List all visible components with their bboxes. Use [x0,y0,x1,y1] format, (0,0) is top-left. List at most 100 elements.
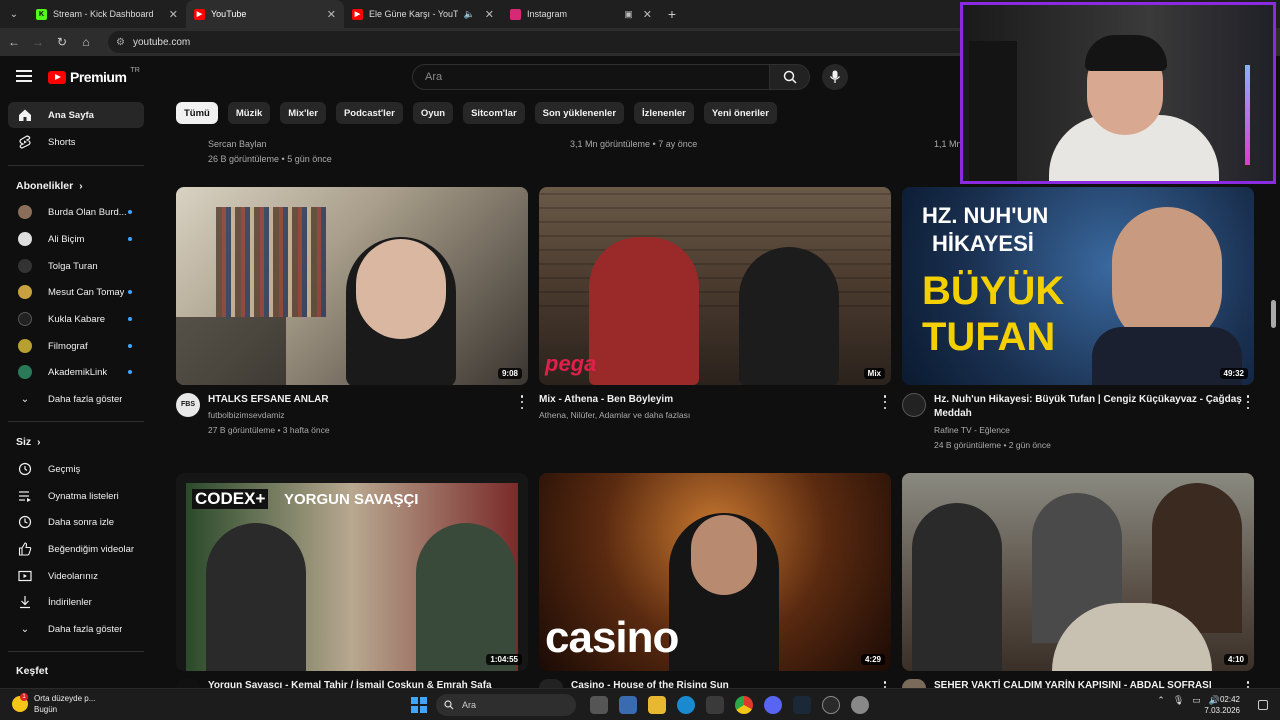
file-explorer-icon[interactable] [648,696,666,714]
site-info-icon[interactable]: ⚙ [116,37,125,48]
video-channel[interactable]: Rafine TV - Eğlence [934,424,1010,437]
store-icon[interactable] [706,696,724,714]
notification-icon[interactable] [1258,700,1268,710]
sidebar-item-watch-later[interactable]: Daha sonra izle [8,509,144,535]
video-thumbnail[interactable]: 4:10 [902,473,1254,671]
chevron-up-icon[interactable]: ⌃ [1157,695,1165,706]
video-thumbnail[interactable]: casino 4:29 [539,473,891,671]
more-options-icon[interactable] [882,681,888,688]
sidebar-show-more-subscriptions[interactable]: ⌄ Daha fazla göster [8,386,144,412]
more-options-icon[interactable] [1245,681,1251,688]
back-icon[interactable]: ← [6,35,22,49]
picture-in-picture-icon[interactable]: ▣ [624,9,633,20]
url-field[interactable]: ⚙ youtube.com [108,31,968,53]
sidebar-item-subscription[interactable]: Kukla Kabare [8,306,144,332]
tab-youtube[interactable]: ▶ YouTube ✕ [186,0,344,28]
tab-search-icon[interactable]: ⌄ [0,0,28,28]
channel-avatar[interactable] [176,679,200,688]
chip-podcasts[interactable]: Podcast'ler [335,102,403,124]
sidebar-show-more-you[interactable]: ⌄ Daha fazla göster [8,616,144,642]
subscriptions-heading[interactable]: Abonelikler › [16,180,83,192]
scrollbar[interactable] [1271,300,1276,328]
tab-instagram[interactable]: Instagram ▣ ✕ [502,0,660,28]
chrome-icon[interactable] [735,696,753,714]
weather-widget[interactable]: 1 Orta düzeyde p... Bugün [12,693,95,715]
youtube-logo[interactable]: Premium TR [48,67,140,85]
microphone-icon[interactable]: 🎙 [1173,695,1184,706]
video-title[interactable]: SEHER VAKTİ ÇALDIM YARİN KAPISINI - ABDA… [934,679,1234,688]
close-icon[interactable]: ✕ [485,8,494,21]
steam-icon[interactable] [793,696,811,714]
windows-start-icon[interactable] [411,697,427,713]
obs-icon[interactable] [822,696,840,714]
chip-all[interactable]: Tümü [176,102,218,124]
video-title[interactable]: Yorgun Savaşçı - Kemal Tahir / İsmail Co… [208,679,504,688]
video-thumbnail[interactable]: 9:08 [176,187,528,385]
channel-avatar[interactable] [539,679,563,688]
sidebar-item-subscription[interactable]: Ali Biçim [8,226,144,252]
more-options-icon[interactable] [882,395,888,409]
search-input[interactable]: Ara [412,64,770,90]
video-title[interactable]: HTALKS EFSANE ANLAR [208,393,504,407]
video-thumbnail[interactable]: HZ. NUH'UN HİKAYESİ BÜYÜK TUFAN 49:32 [902,187,1254,385]
new-tab-button[interactable]: + [660,6,684,22]
more-options-icon[interactable] [519,395,525,409]
task-view-icon[interactable] [590,696,608,714]
sidebar-item-playlists[interactable]: Oynatma listeleri [8,483,144,509]
channel-avatar[interactable] [902,679,926,688]
edge-icon[interactable] [677,696,695,714]
more-options-icon[interactable] [1245,395,1251,409]
speaker-icon[interactable]: 🔈 [464,9,475,20]
home-icon[interactable]: ⌂ [78,35,94,49]
sidebar-item-subscription[interactable]: AkademikLink [8,359,144,385]
chip-mixes[interactable]: Mix'ler [280,102,326,124]
video-title[interactable]: Mix - Athena - Ben Böyleyim [539,393,869,407]
chip-sitcoms[interactable]: Sitcom'lar [463,102,525,124]
menu-icon[interactable] [16,70,32,82]
sidebar-item-downloads[interactable]: İndirilenler [8,589,144,615]
video-meta: 26 B görüntüleme • 5 gün önce [208,154,332,164]
clock-date: 7.03.2026 [1204,706,1240,715]
tab-ele-gune-karsi[interactable]: ▶ Ele Güne Karşı - YouTube 🔈 ✕ [344,0,502,28]
reload-icon[interactable]: ↻ [54,35,70,49]
video-channel[interactable]: Athena, Nilüfer, Adamlar ve daha fazlası [539,409,690,422]
youtube-logo-icon [48,70,66,84]
chip-gaming[interactable]: Oyun [412,102,454,124]
close-icon[interactable]: ✕ [643,8,652,21]
search-button[interactable] [770,64,810,90]
widgets-app-icon[interactable] [619,696,637,714]
discord-icon[interactable] [764,696,782,714]
sidebar-item-your-videos[interactable]: Videolarınız [8,563,144,589]
sidebar-item-liked-videos[interactable]: Beğendiğim videolar [8,536,144,562]
sidebar-item-subscription[interactable]: Tolga Turan [8,253,144,279]
chip-recently-uploaded[interactable]: Son yüklenenler [534,102,625,124]
video-thumbnail[interactable]: pega Mix [539,187,891,385]
sidebar-item-history[interactable]: Geçmiş [8,456,144,482]
sidebar-item-subscription[interactable]: Burda Olan Burd... [8,199,144,225]
sidebar-item-subscription[interactable]: Mesut Can Tomay [8,279,144,305]
taskbar-clock[interactable]: 02:42 7.03.2026 [1204,694,1240,716]
sidebar-item-subscription[interactable]: Filmograf [8,333,144,359]
close-icon[interactable]: ✕ [327,8,336,21]
tab-kick-dashboard[interactable]: K Stream - Kick Dashboard ✕ [28,0,186,28]
chip-watched[interactable]: İzlenenler [634,102,694,124]
sidebar-item-home[interactable]: Ana Sayfa [8,102,144,128]
video-channel[interactable]: Sercan Baylan [208,139,267,149]
you-heading[interactable]: Siz › [16,436,41,448]
sidebar-item-shorts[interactable]: Shorts [8,129,144,155]
video-thumbnail[interactable]: CODEX+ YORGUN SAVAŞÇI 1:04:55 [176,473,528,671]
close-icon[interactable]: ✕ [169,8,178,21]
network-icon[interactable]: ▭ [1192,695,1201,706]
video-channel[interactable]: futbolbizimsevdamiz [208,409,285,422]
video-title[interactable]: Hz. Nuh'un Hikayesi: Büyük Tufan | Cengi… [934,393,1244,421]
settings-icon[interactable] [851,696,869,714]
channel-avatar[interactable] [902,393,926,417]
taskbar-search-input[interactable]: Ara [436,694,576,716]
video-title[interactable]: Casino - House of the Rising Sun [571,679,867,688]
forward-icon[interactable]: → [30,35,46,49]
chip-music[interactable]: Müzik [227,102,271,124]
voice-search-button[interactable] [822,64,848,90]
chip-new-to-you[interactable]: Yeni öneriler [703,102,777,124]
chevron-right-icon: › [79,180,83,192]
channel-avatar[interactable]: FBS [176,393,200,417]
